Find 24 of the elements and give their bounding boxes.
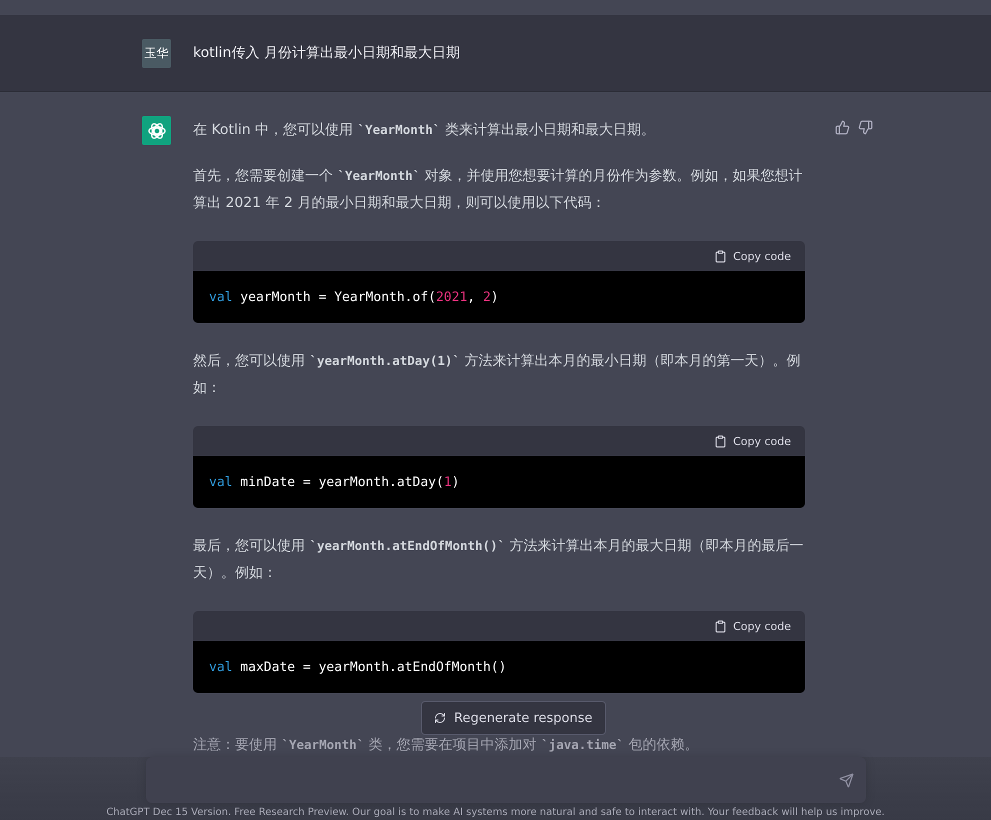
copy-code-button[interactable]: Copy code	[714, 434, 791, 448]
code-line: val minDate = yearMonth.atDay(1)	[209, 474, 460, 490]
assistant-logo-icon	[142, 116, 171, 145]
answer-paragraph: 然后，您可以使用 `yearMonth.atDay(1)` 方法来计算出本月的最小日期（即本月的第一天）。例如：	[193, 352, 802, 398]
answer-paragraph: 注意：要使用 `YearMonth` 类，您需要在项目中添加对 `java.time` 包的依赖。	[193, 736, 700, 754]
clipboard-icon	[714, 434, 728, 448]
copy-code-button[interactable]: Copy code	[714, 620, 791, 632]
thumbs-up-icon[interactable]	[835, 120, 850, 135]
send-icon[interactable]	[839, 772, 854, 788]
user-avatar: 玉华	[142, 38, 171, 68]
thumbs-down-icon[interactable]	[858, 120, 873, 135]
clipboard-icon	[714, 250, 728, 262]
user-message: kotlin传入 月份计算出最小日期和最大日期	[193, 44, 460, 62]
regenerate-button[interactable]: Regenerate response	[421, 701, 606, 735]
message-input[interactable]	[146, 757, 866, 803]
copy-code-button[interactable]: Copy code	[714, 250, 791, 262]
answer-paragraph: 在 Kotlin 中，您可以使用 `YearMonth` 类来计算出最小日期和最大日期。	[193, 121, 656, 140]
refresh-icon	[434, 712, 446, 724]
answer-paragraph: 首先，您需要创建一个 `YearMonth` 对象，并使用您想要计算的月份作为参数。例如，如果您想计算出 2021 年 2 月的最小日期和最大日期，则可以使用以下代码：	[193, 167, 804, 213]
code-line: val maxDate = yearMonth.atEndOfMonth()	[209, 660, 506, 674]
clipboard-icon	[714, 620, 728, 632]
footer-note: ChatGPT Dec 15 Version. Free Research Preview. Our goal is to make AI systems more natural and safe to interact with. Your feedback will help us improve.	[105, 807, 886, 818]
code-line: val yearMonth = YearMonth.of(2021, 2)	[209, 290, 499, 304]
answer-paragraph: 最后，您可以使用 `yearMonth.atEndOfMonth()` 方法来计算出本月的最大日期（即本月的最后一天）。例如：	[193, 537, 805, 583]
